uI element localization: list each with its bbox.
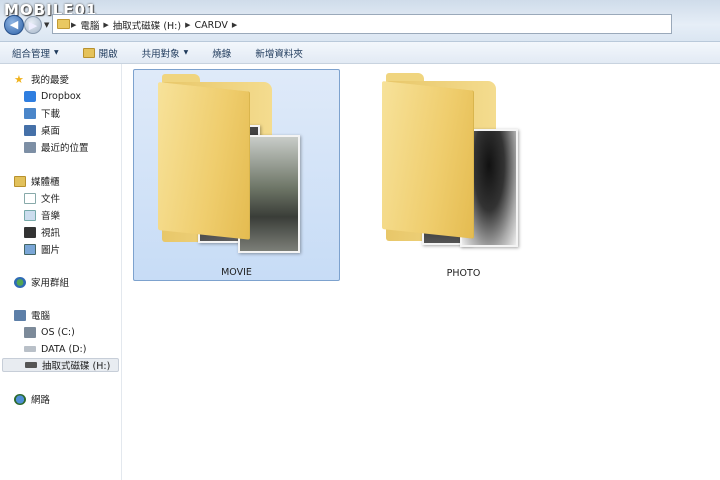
sidebar-item-label: OS (C:) xyxy=(41,326,75,338)
organize-label: 組合管理 xyxy=(12,48,51,60)
sidebar-item-libraries[interactable]: 媒體櫃 xyxy=(14,174,60,188)
sidebar-item-desktop[interactable]: 桌面 xyxy=(24,123,60,137)
sidebar-item-label: 電腦 xyxy=(31,311,51,322)
crumb-cardv[interactable]: CARDV xyxy=(194,20,227,31)
file-list: MOVIE PHOTO xyxy=(123,64,720,480)
address-bar-area: MOBILE01 ◀ ▶ ▼ ▶ 電腦 ▶ 抽取式磁碟 (H:) ▶ CARDV… xyxy=(0,0,720,42)
new-folder-label: 新增資料夾 xyxy=(255,48,303,60)
homegroup-icon xyxy=(14,276,26,288)
folder-front-panel xyxy=(158,82,250,240)
recent-pages-dropdown-icon[interactable]: ▼ xyxy=(44,21,49,29)
crumb-removable-disk[interactable]: 抽取式磁碟 (H:) xyxy=(113,18,181,32)
new-folder-button[interactable]: 新增資料夾 xyxy=(243,46,315,60)
open-label: 開啟 xyxy=(98,48,118,60)
star-icon: ★ xyxy=(14,72,24,86)
share-label: 共用對象 xyxy=(141,48,180,60)
open-folder-icon xyxy=(82,47,95,58)
dropbox-icon xyxy=(24,90,36,102)
folder-item-photo[interactable]: PHOTO xyxy=(360,69,567,281)
sidebar-item-drive-c[interactable]: OS (C:) xyxy=(24,325,75,339)
sidebar-item-label: 桌面 xyxy=(41,126,61,137)
sidebar-item-label: 網路 xyxy=(31,395,51,406)
crumb-computer[interactable]: 電腦 xyxy=(80,18,99,32)
folder-name: MOVIE xyxy=(221,267,252,278)
sidebar-item-documents[interactable]: 文件 xyxy=(24,191,60,205)
forward-arrow-icon[interactable]: ▶ xyxy=(24,16,42,34)
sidebar-item-drive-d[interactable]: DATA (D:) xyxy=(24,342,86,356)
chevron-right-icon[interactable]: ▶ xyxy=(185,21,190,29)
sidebar-item-pictures[interactable]: 圖片 xyxy=(24,242,60,256)
chevron-right-icon[interactable]: ▶ xyxy=(103,21,108,29)
sidebar-item-recent[interactable]: 最近的位置 xyxy=(24,140,89,154)
sidebar-item-music[interactable]: 音樂 xyxy=(24,208,60,222)
folder-name: PHOTO xyxy=(446,268,481,279)
chevron-right-icon[interactable]: ▶ xyxy=(71,21,76,29)
libraries-icon xyxy=(14,175,26,187)
video-icon xyxy=(24,226,36,238)
sidebar-item-label: 下載 xyxy=(41,109,61,120)
sidebar-item-label: 抽取式磁碟 (H:) xyxy=(42,361,111,372)
sidebar-item-dropbox[interactable]: Dropbox xyxy=(24,89,81,103)
address-breadcrumb[interactable]: ▶ 電腦 ▶ 抽取式磁碟 (H:) ▶ CARDV ▶ xyxy=(52,14,672,34)
back-arrow-icon[interactable]: ◀ xyxy=(4,15,24,35)
hard-drive-icon xyxy=(24,326,36,338)
burn-label: 燒錄 xyxy=(212,48,232,60)
burn-button[interactable]: 燒錄 xyxy=(200,46,243,60)
sidebar-item-favorites[interactable]: ★ 我的最愛 xyxy=(14,72,70,87)
sidebar-item-label: 最近的位置 xyxy=(41,143,89,154)
sidebar-item-label: 圖片 xyxy=(41,245,61,256)
navigation-pane: ★ 我的最愛 Dropbox 下載 桌面 最近的位置 媒體櫃 文件 音樂 視訊 … xyxy=(0,64,122,480)
sidebar-item-network[interactable]: 網路 xyxy=(14,392,50,406)
sidebar-item-label: 文件 xyxy=(41,194,61,205)
share-with-button[interactable]: 共用對象 ▼ xyxy=(130,46,201,60)
recent-places-icon xyxy=(24,141,36,153)
pictures-icon xyxy=(24,243,36,255)
folder-item-movie[interactable]: MOVIE xyxy=(133,69,340,281)
desktop-icon xyxy=(24,124,36,136)
organize-button[interactable]: 組合管理 ▼ xyxy=(0,46,71,60)
command-bar: 組合管理 ▼ 開啟 共用對象 ▼ 燒錄 新增資料夾 xyxy=(0,42,720,64)
sidebar-item-label: 視訊 xyxy=(41,228,61,239)
sidebar-item-downloads[interactable]: 下載 xyxy=(24,106,60,120)
hard-drive-icon xyxy=(24,346,36,352)
folder-icon xyxy=(57,19,70,29)
sidebar-item-label: 我的最愛 xyxy=(31,75,70,86)
sidebar-item-drive-h[interactable]: 抽取式磁碟 (H:) xyxy=(2,358,119,372)
removable-drive-icon xyxy=(25,362,37,368)
sidebar-item-label: 家用群組 xyxy=(31,278,70,289)
sidebar-item-label: 音樂 xyxy=(41,211,61,222)
network-icon xyxy=(14,393,26,405)
sidebar-item-computer[interactable]: 電腦 xyxy=(14,308,50,322)
chevron-down-icon: ▼ xyxy=(183,49,189,56)
folder-front-panel xyxy=(382,81,474,239)
chevron-right-icon[interactable]: ▶ xyxy=(232,21,237,29)
open-button[interactable]: 開啟 xyxy=(71,46,130,60)
sidebar-item-homegroup[interactable]: 家用群組 xyxy=(14,275,69,289)
chevron-down-icon: ▼ xyxy=(54,49,59,56)
document-icon xyxy=(24,192,36,204)
sidebar-item-videos[interactable]: 視訊 xyxy=(24,225,60,239)
download-icon xyxy=(24,107,36,119)
sidebar-item-label: Dropbox xyxy=(41,90,82,102)
sidebar-item-label: 媒體櫃 xyxy=(31,177,60,188)
music-icon xyxy=(24,209,36,221)
computer-icon xyxy=(14,309,26,321)
sidebar-item-label: DATA (D:) xyxy=(41,343,87,355)
